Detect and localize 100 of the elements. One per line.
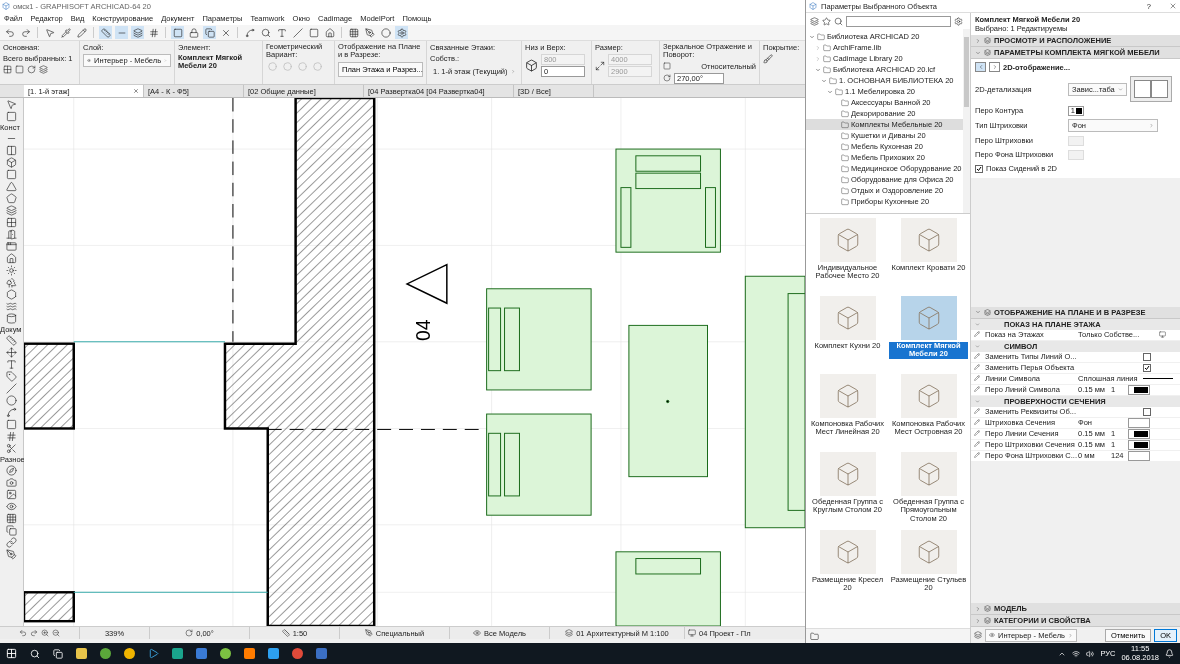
undo-view-icon[interactable] (19, 629, 27, 637)
search-field[interactable] (846, 15, 951, 27)
redo-view-icon[interactable] (30, 629, 38, 637)
sphere-icon[interactable] (380, 27, 391, 38)
text-icon[interactable] (276, 27, 287, 38)
zoom-out-icon[interactable] (52, 629, 60, 637)
checkbox[interactable] (1143, 407, 1151, 416)
folder-app-icon[interactable] (76, 648, 87, 659)
view-icon[interactable] (688, 629, 696, 637)
start-icon[interactable] (6, 648, 17, 659)
pencil-icon[interactable] (76, 27, 87, 38)
favorites-icon[interactable] (822, 16, 831, 26)
fill-swatch[interactable] (1128, 417, 1150, 428)
spline-icon[interactable] (244, 27, 255, 38)
library-manager-icon[interactable] (810, 631, 819, 641)
pipette-icon[interactable] (60, 27, 71, 38)
app-icon[interactable] (220, 648, 231, 659)
door-icon[interactable] (6, 229, 17, 240)
detail-icon[interactable] (6, 501, 17, 512)
expanded-chevron-icon[interactable] (815, 66, 821, 73)
stair-icon[interactable] (6, 205, 17, 216)
square-icon[interactable] (172, 27, 183, 38)
house-icon[interactable] (324, 27, 335, 38)
settings-icon[interactable] (954, 16, 963, 26)
arrow-icon[interactable] (6, 99, 17, 110)
pen-icon[interactable] (364, 27, 375, 38)
link-icon[interactable] (6, 537, 17, 548)
previous-page-button[interactable] (975, 62, 986, 72)
volume-icon[interactable] (1086, 649, 1095, 658)
mesh-icon[interactable] (348, 27, 359, 38)
checkbox[interactable] (975, 164, 983, 173)
ruler-icon[interactable] (281, 629, 290, 637)
app-icon[interactable] (100, 648, 111, 659)
frame-icon[interactable] (308, 27, 319, 38)
text-icon[interactable] (6, 359, 17, 370)
story-icon[interactable] (1159, 331, 1166, 339)
dimension-icon[interactable] (6, 335, 17, 346)
layers-icon[interactable] (39, 65, 48, 74)
library-view-icon[interactable] (810, 16, 819, 26)
camera-icon[interactable] (6, 477, 17, 488)
line-icon[interactable] (6, 383, 17, 394)
brush-icon[interactable] (763, 54, 773, 64)
scrollbar[interactable] (963, 29, 970, 213)
slash-icon[interactable] (292, 27, 303, 38)
frame-icon[interactable] (15, 65, 24, 74)
zone-icon[interactable] (6, 289, 17, 300)
close-icon[interactable] (220, 27, 231, 38)
beam-icon[interactable] (6, 157, 17, 168)
notifications-icon[interactable] (1165, 649, 1174, 658)
close-icon[interactable] (133, 88, 139, 94)
slab-icon[interactable] (6, 169, 17, 180)
column-icon[interactable] (6, 145, 17, 156)
eye-icon[interactable] (473, 629, 482, 637)
marquee-icon[interactable] (6, 111, 17, 122)
rotate-icon[interactable] (185, 629, 194, 637)
copy-icon[interactable] (204, 27, 215, 38)
grid-icon[interactable] (148, 27, 159, 38)
fill-icon[interactable] (6, 419, 17, 430)
zoom-in-icon[interactable] (41, 629, 49, 637)
pen-icon[interactable] (364, 629, 373, 637)
shell-icon[interactable] (6, 193, 17, 204)
object-icon[interactable] (6, 253, 17, 264)
roof-icon[interactable] (6, 181, 17, 192)
fill-swatch[interactable] (1128, 450, 1150, 461)
elevation-icon[interactable] (6, 465, 17, 476)
layers-icon[interactable] (565, 629, 574, 637)
task-view-icon[interactable] (53, 648, 63, 659)
label-icon[interactable] (6, 371, 17, 382)
expanded-chevron-icon[interactable] (827, 88, 833, 95)
browser-icon[interactable] (292, 648, 303, 659)
pen-icon[interactable] (6, 549, 17, 560)
network-icon[interactable] (1072, 649, 1081, 658)
redo-icon[interactable] (20, 27, 31, 38)
expanded-chevron-icon[interactable] (821, 77, 827, 84)
pen-swatch[interactable] (1128, 439, 1150, 450)
ruler-icon[interactable] (100, 27, 111, 38)
search-icon[interactable] (30, 648, 40, 659)
pointer-icon[interactable] (44, 27, 55, 38)
layer-icon[interactable] (974, 631, 982, 639)
curtain-wall-icon[interactable] (6, 217, 17, 228)
play-icon[interactable] (148, 648, 159, 659)
floor-plan-canvas[interactable]: 04 (24, 98, 805, 626)
checkbox[interactable] (1143, 363, 1151, 372)
grid-icon[interactable] (6, 513, 17, 524)
next-page-button[interactable] (989, 62, 1000, 72)
checkbox[interactable] (1143, 352, 1151, 361)
pen-swatch[interactable] (1128, 428, 1150, 439)
tree-icon[interactable] (6, 277, 17, 288)
rotate-icon[interactable] (27, 65, 36, 74)
window-icon[interactable] (6, 241, 17, 252)
mirror-icon[interactable] (663, 62, 671, 70)
lamp-icon[interactable] (6, 265, 17, 276)
expanded-chevron-icon[interactable] (809, 33, 815, 40)
mesh-icon[interactable] (6, 301, 17, 312)
spline-icon[interactable] (6, 407, 17, 418)
hotspot-icon[interactable] (6, 431, 17, 442)
morph-icon[interactable] (6, 313, 17, 324)
pen-swatch[interactable] (1128, 384, 1150, 395)
worksheet-icon[interactable] (6, 525, 17, 536)
layers-icon[interactable] (132, 27, 143, 38)
